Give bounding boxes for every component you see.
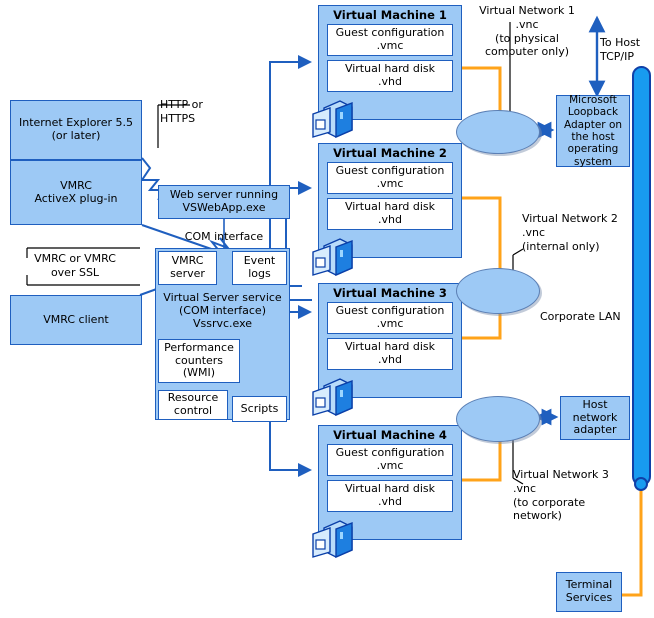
virtual-network-1-label: Virtual Network 1 .vnc (to physical comp… — [479, 4, 575, 59]
virtual-machine-2-title: Virtual Machine 2 — [333, 146, 447, 160]
corporate-lan-label: Corporate LAN — [540, 310, 621, 323]
terminal-services-label: Terminal Services — [565, 578, 613, 604]
web-server-label: Web server running VSWebApp.exe — [169, 188, 279, 214]
vm2-guest-config-box[interactable]: Guest configuration .vmc — [327, 162, 453, 194]
performance-counters-label: Performance counters (WMI) — [164, 340, 234, 380]
event-logs-label: Event logs — [243, 254, 276, 280]
virtual-machine-4-title: Virtual Machine 4 — [333, 428, 447, 442]
vm2-guest-config-label: Guest configuration .vmc — [335, 164, 445, 190]
virtual-network-2-label: Virtual Network 2 .vnc (internal only) — [522, 212, 618, 253]
virtual-network-3-label: Virtual Network 3 .vnc (to corporate net… — [513, 468, 609, 523]
vm1-guest-config-box[interactable]: Guest configuration .vmc — [327, 24, 453, 56]
loopback-adapter-box[interactable]: Microsoft Loopback Adapter on the host o… — [556, 93, 630, 168]
host-network-adapter-label: Host network adapter — [572, 397, 618, 437]
vm2-hard-disk-label: Virtual hard disk .vhd — [344, 200, 436, 226]
virtual-machine-3-title: Virtual Machine 3 — [333, 286, 447, 300]
vs-service-label: Virtual Server service (COM interface) V… — [163, 291, 282, 331]
vmrc-server-box[interactable]: VMRC server — [158, 251, 217, 285]
to-host-label: To Host TCP/IP — [600, 36, 641, 63]
virtual-network-2-oval[interactable] — [456, 268, 540, 314]
vmrc-activex-box[interactable]: VMRC ActiveX plug-in — [10, 160, 142, 225]
computer-tower-icon — [310, 518, 354, 559]
vmrc-ssl-label: VMRC or VMRC over SSL — [34, 252, 116, 279]
virtual-network-1-oval[interactable] — [456, 110, 540, 154]
vmrc-server-label: VMRC server — [170, 254, 205, 280]
vm4-hard-disk-box[interactable]: Virtual hard disk .vhd — [327, 480, 453, 512]
computer-tower-icon — [310, 376, 354, 417]
terminal-services-box[interactable]: Terminal Services — [556, 572, 622, 612]
internet-explorer-label: Internet Explorer 5.5 (or later) — [19, 116, 133, 142]
web-server-box[interactable]: Web server running VSWebApp.exe — [158, 185, 290, 219]
virtual-machine-1-title: Virtual Machine 1 — [333, 8, 447, 22]
corporate-lan-bar — [632, 66, 651, 486]
resource-control-label: Resource control — [167, 391, 219, 417]
vm4-guest-config-label: Guest configuration .vmc — [335, 446, 445, 472]
performance-counters-box[interactable]: Performance counters (WMI) — [158, 339, 240, 383]
vmrc-client-box[interactable]: VMRC client — [10, 295, 142, 345]
vm1-hard-disk-label: Virtual hard disk .vhd — [344, 62, 436, 88]
vm1-guest-config-label: Guest configuration .vmc — [335, 26, 445, 52]
com-interface-label: COM interface — [184, 230, 264, 243]
vm1-hard-disk-box[interactable]: Virtual hard disk .vhd — [327, 60, 453, 92]
lan-endpoint-dot — [634, 477, 648, 491]
computer-tower-icon — [310, 236, 354, 277]
virtual-network-3-oval[interactable] — [456, 396, 540, 442]
internet-explorer-box[interactable]: Internet Explorer 5.5 (or later) — [10, 100, 142, 160]
diagram-canvas: Internet Explorer 5.5 (or later) VMRC Ac… — [0, 0, 654, 618]
vmrc-activex-label: VMRC ActiveX plug-in — [34, 178, 118, 205]
vm3-guest-config-label: Guest configuration .vmc — [335, 304, 445, 330]
vm4-hard-disk-label: Virtual hard disk .vhd — [344, 482, 436, 508]
host-network-adapter-box[interactable]: Host network adapter — [560, 396, 630, 440]
vm3-hard-disk-label: Virtual hard disk .vhd — [344, 340, 436, 366]
vm3-guest-config-box[interactable]: Guest configuration .vmc — [327, 302, 453, 334]
scripts-label: Scripts — [240, 401, 279, 415]
loopback-adapter-label: Microsoft Loopback Adapter on the host o… — [563, 93, 623, 168]
http-label: HTTP or HTTPS — [160, 98, 203, 125]
vm3-hard-disk-box[interactable]: Virtual hard disk .vhd — [327, 338, 453, 370]
vm4-guest-config-box[interactable]: Guest configuration .vmc — [327, 444, 453, 476]
resource-control-box[interactable]: Resource control — [158, 390, 228, 420]
vm2-hard-disk-box[interactable]: Virtual hard disk .vhd — [327, 198, 453, 230]
computer-tower-icon — [310, 98, 354, 139]
event-logs-box[interactable]: Event logs — [232, 251, 287, 285]
vmrc-client-label: VMRC client — [43, 312, 109, 326]
scripts-box[interactable]: Scripts — [232, 396, 287, 422]
